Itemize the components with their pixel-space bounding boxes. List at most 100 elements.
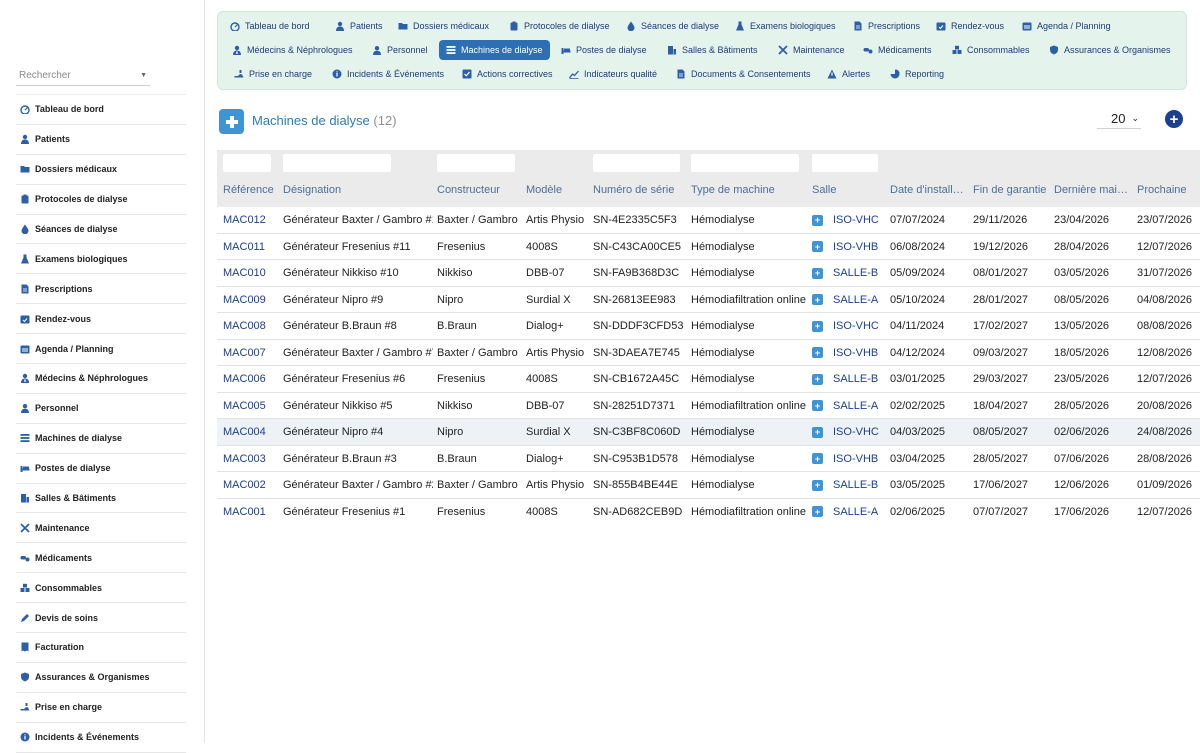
cell-salle[interactable]: + SALLE-A bbox=[812, 287, 886, 313]
cell-ref[interactable]: MAC008 bbox=[223, 313, 279, 339]
column-header[interactable]: Référence bbox=[223, 184, 279, 196]
cell-salle[interactable]: + SALLE-A bbox=[812, 393, 886, 419]
cell-ref[interactable]: MAC012 bbox=[223, 207, 279, 233]
add-button[interactable]: + bbox=[1165, 110, 1183, 128]
nav-item-12[interactable]: Machines de dialyse bbox=[439, 40, 550, 60]
sidebar-item-20[interactable]: Assurances & Organismes bbox=[16, 663, 186, 693]
nav-item-22[interactable]: Indicateurs qualité bbox=[562, 64, 664, 84]
cell-salle[interactable]: + ISO-VHC bbox=[812, 313, 886, 339]
cell-ref[interactable]: MAC009 bbox=[223, 287, 279, 313]
sidebar-item-19[interactable]: Facturation bbox=[16, 633, 186, 663]
cell-ref[interactable]: MAC011 bbox=[223, 234, 279, 260]
sidebar-item-10[interactable]: Médecins & Néphrologues bbox=[16, 364, 186, 394]
sidebar-item-9[interactable]: Agenda / Planning bbox=[16, 334, 186, 365]
nav-item-5[interactable]: Séances de dialyse bbox=[619, 16, 726, 36]
nav-item-21[interactable]: Actions correctives bbox=[455, 64, 560, 84]
sidebar-item-7[interactable]: Prescriptions bbox=[16, 274, 186, 305]
sidebar-item-8[interactable]: Rendez-vous bbox=[16, 304, 186, 335]
nav-item-24[interactable]: Alertes bbox=[820, 64, 877, 84]
table-row[interactable]: MAC005 Générateur Nikkiso #5 Nikkiso DBB-07… bbox=[217, 392, 1200, 419]
cell-salle[interactable]: + SALLE-A bbox=[812, 499, 886, 525]
cell-salle[interactable]: + ISO-VHB bbox=[812, 446, 886, 472]
page-size-select[interactable]: 20 ⌄ bbox=[1097, 109, 1141, 129]
column-filter-input[interactable] bbox=[437, 154, 515, 172]
column-header[interactable]: Dernière mai… bbox=[1054, 184, 1132, 196]
sidebar-item-12[interactable]: Machines de dialyse bbox=[16, 424, 186, 454]
column-filter-input[interactable] bbox=[593, 154, 680, 172]
nav-item-19[interactable]: Prise en charge bbox=[227, 64, 319, 84]
cell-salle[interactable]: + ISO-VHB bbox=[812, 340, 886, 366]
nav-item-25[interactable]: Reporting bbox=[883, 64, 951, 84]
nav-item-2[interactable]: Patients bbox=[328, 16, 390, 36]
nav-item-8[interactable]: Rendez-vous bbox=[929, 16, 1011, 36]
table-row[interactable]: MAC011 Générateur Fresenius #11 Fresenius 4… bbox=[217, 233, 1200, 260]
nav-item-13[interactable]: Postes de dialyse bbox=[554, 40, 654, 60]
column-filter-input[interactable] bbox=[283, 154, 391, 172]
cell-ref[interactable]: MAC004 bbox=[223, 419, 279, 445]
table-row[interactable]: MAC006 Générateur Fresenius #6 Fresenius 40… bbox=[217, 366, 1200, 393]
nav-item-9[interactable]: Agenda / Planning bbox=[1015, 16, 1118, 36]
sidebar-search-select[interactable]: Rechercher ▼ bbox=[16, 66, 150, 86]
column-header[interactable]: Date d'install… bbox=[890, 184, 968, 196]
cell-salle[interactable]: + ISO-VHC bbox=[812, 419, 886, 445]
cell-salle[interactable]: + SALLE-B bbox=[812, 260, 886, 286]
nav-item-23[interactable]: Documents & Consentements bbox=[669, 64, 818, 84]
cell-ref[interactable]: MAC007 bbox=[223, 340, 279, 366]
column-header[interactable]: Salle bbox=[812, 184, 886, 196]
cell-salle[interactable]: + ISO-VHB bbox=[812, 234, 886, 260]
nav-item-3[interactable]: Dossiers médicaux bbox=[391, 16, 496, 36]
cell-ref[interactable]: MAC003 bbox=[223, 446, 279, 472]
column-header[interactable]: Fin de garantie bbox=[973, 184, 1050, 196]
sidebar-item-21[interactable]: Prise en charge bbox=[16, 693, 186, 723]
nav-item-6[interactable]: Examens biologiques bbox=[728, 16, 843, 36]
table-row[interactable]: MAC012 Générateur Baxter / Gambro #12 Baxt… bbox=[217, 207, 1200, 234]
table-row[interactable]: MAC001 Générateur Fresenius #1 Fresenius 40… bbox=[217, 498, 1200, 525]
cell-ref[interactable]: MAC002 bbox=[223, 472, 279, 498]
nav-item-14[interactable]: Salles & Bâtiments bbox=[660, 40, 765, 60]
column-filter-input[interactable] bbox=[691, 154, 799, 172]
nav-item-1[interactable]: Tableau de bord bbox=[223, 16, 317, 36]
table-row[interactable]: MAC007 Générateur Baxter / Gambro #7 Baxte… bbox=[217, 339, 1200, 366]
table-row[interactable]: MAC008 Générateur B.Braun #8 B.Braun Dialog… bbox=[217, 313, 1200, 340]
table-row[interactable]: MAC009 Générateur Nipro #9 Nipro Surdial X S… bbox=[217, 286, 1200, 313]
sidebar-item-11[interactable]: Personnel bbox=[16, 394, 186, 424]
cell-ref[interactable]: MAC010 bbox=[223, 260, 279, 286]
column-header[interactable]: Constructeur bbox=[437, 184, 522, 196]
cell-ref[interactable]: MAC006 bbox=[223, 366, 279, 392]
nav-item-11[interactable]: Personnel bbox=[365, 40, 435, 60]
nav-item-20[interactable]: Incidents & Événements bbox=[325, 64, 451, 84]
cell-salle[interactable]: + SALLE-B bbox=[812, 472, 886, 498]
table-row[interactable]: MAC002 Générateur Baxter / Gambro #2 Baxte… bbox=[217, 472, 1200, 499]
sidebar-item-22[interactable]: Incidents & Événements bbox=[16, 723, 186, 753]
column-filter-input[interactable] bbox=[223, 154, 271, 172]
sidebar-item-15[interactable]: Maintenance bbox=[16, 513, 186, 544]
sidebar-item-6[interactable]: Examens biologiques bbox=[16, 244, 186, 275]
sidebar-item-18[interactable]: Devis de soins bbox=[16, 603, 186, 634]
sidebar-item-16[interactable]: Médicaments bbox=[16, 543, 186, 574]
nav-item-4[interactable]: Protocoles de dialyse bbox=[502, 16, 617, 36]
nav-item-15[interactable]: Maintenance bbox=[771, 40, 852, 60]
sidebar-item-14[interactable]: Salles & Bâtiments bbox=[16, 484, 186, 514]
column-filter-input[interactable] bbox=[812, 154, 878, 172]
sidebar-item-13[interactable]: Postes de dialyse bbox=[16, 454, 186, 484]
column-header[interactable]: Numéro de série bbox=[593, 184, 687, 196]
nav-item-18[interactable]: Assurances & Organismes bbox=[1042, 40, 1178, 60]
sidebar-item-3[interactable]: Dossiers médicaux bbox=[16, 155, 186, 185]
nav-item-10[interactable]: Médecins & Néphrologues bbox=[225, 40, 360, 60]
nav-item-17[interactable]: Consommables bbox=[945, 40, 1037, 60]
cell-salle[interactable]: + SALLE-B bbox=[812, 366, 886, 392]
sidebar-item-4[interactable]: Protocoles de dialyse bbox=[16, 185, 186, 215]
sidebar-item-17[interactable]: Consommables bbox=[16, 573, 186, 604]
nav-item-16[interactable]: Médicaments bbox=[856, 40, 939, 60]
sidebar-item-1[interactable]: Tableau de bord bbox=[16, 95, 186, 125]
table-row[interactable]: MAC010 Générateur Nikkiso #10 Nikkiso DBB-0… bbox=[217, 260, 1200, 287]
column-header[interactable]: Type de machine bbox=[691, 184, 809, 196]
sidebar-item-2[interactable]: Patients bbox=[16, 125, 186, 155]
nav-item-7[interactable]: Prescriptions bbox=[846, 16, 927, 36]
column-header[interactable]: Prochaine bbox=[1137, 184, 1200, 196]
column-header[interactable]: Désignation bbox=[283, 184, 433, 196]
column-header[interactable]: Modèle bbox=[526, 184, 589, 196]
cell-ref[interactable]: MAC005 bbox=[223, 393, 279, 419]
table-row[interactable]: MAC003 Générateur B.Braun #3 B.Braun Dialog… bbox=[217, 445, 1200, 472]
cell-ref[interactable]: MAC001 bbox=[223, 499, 279, 525]
